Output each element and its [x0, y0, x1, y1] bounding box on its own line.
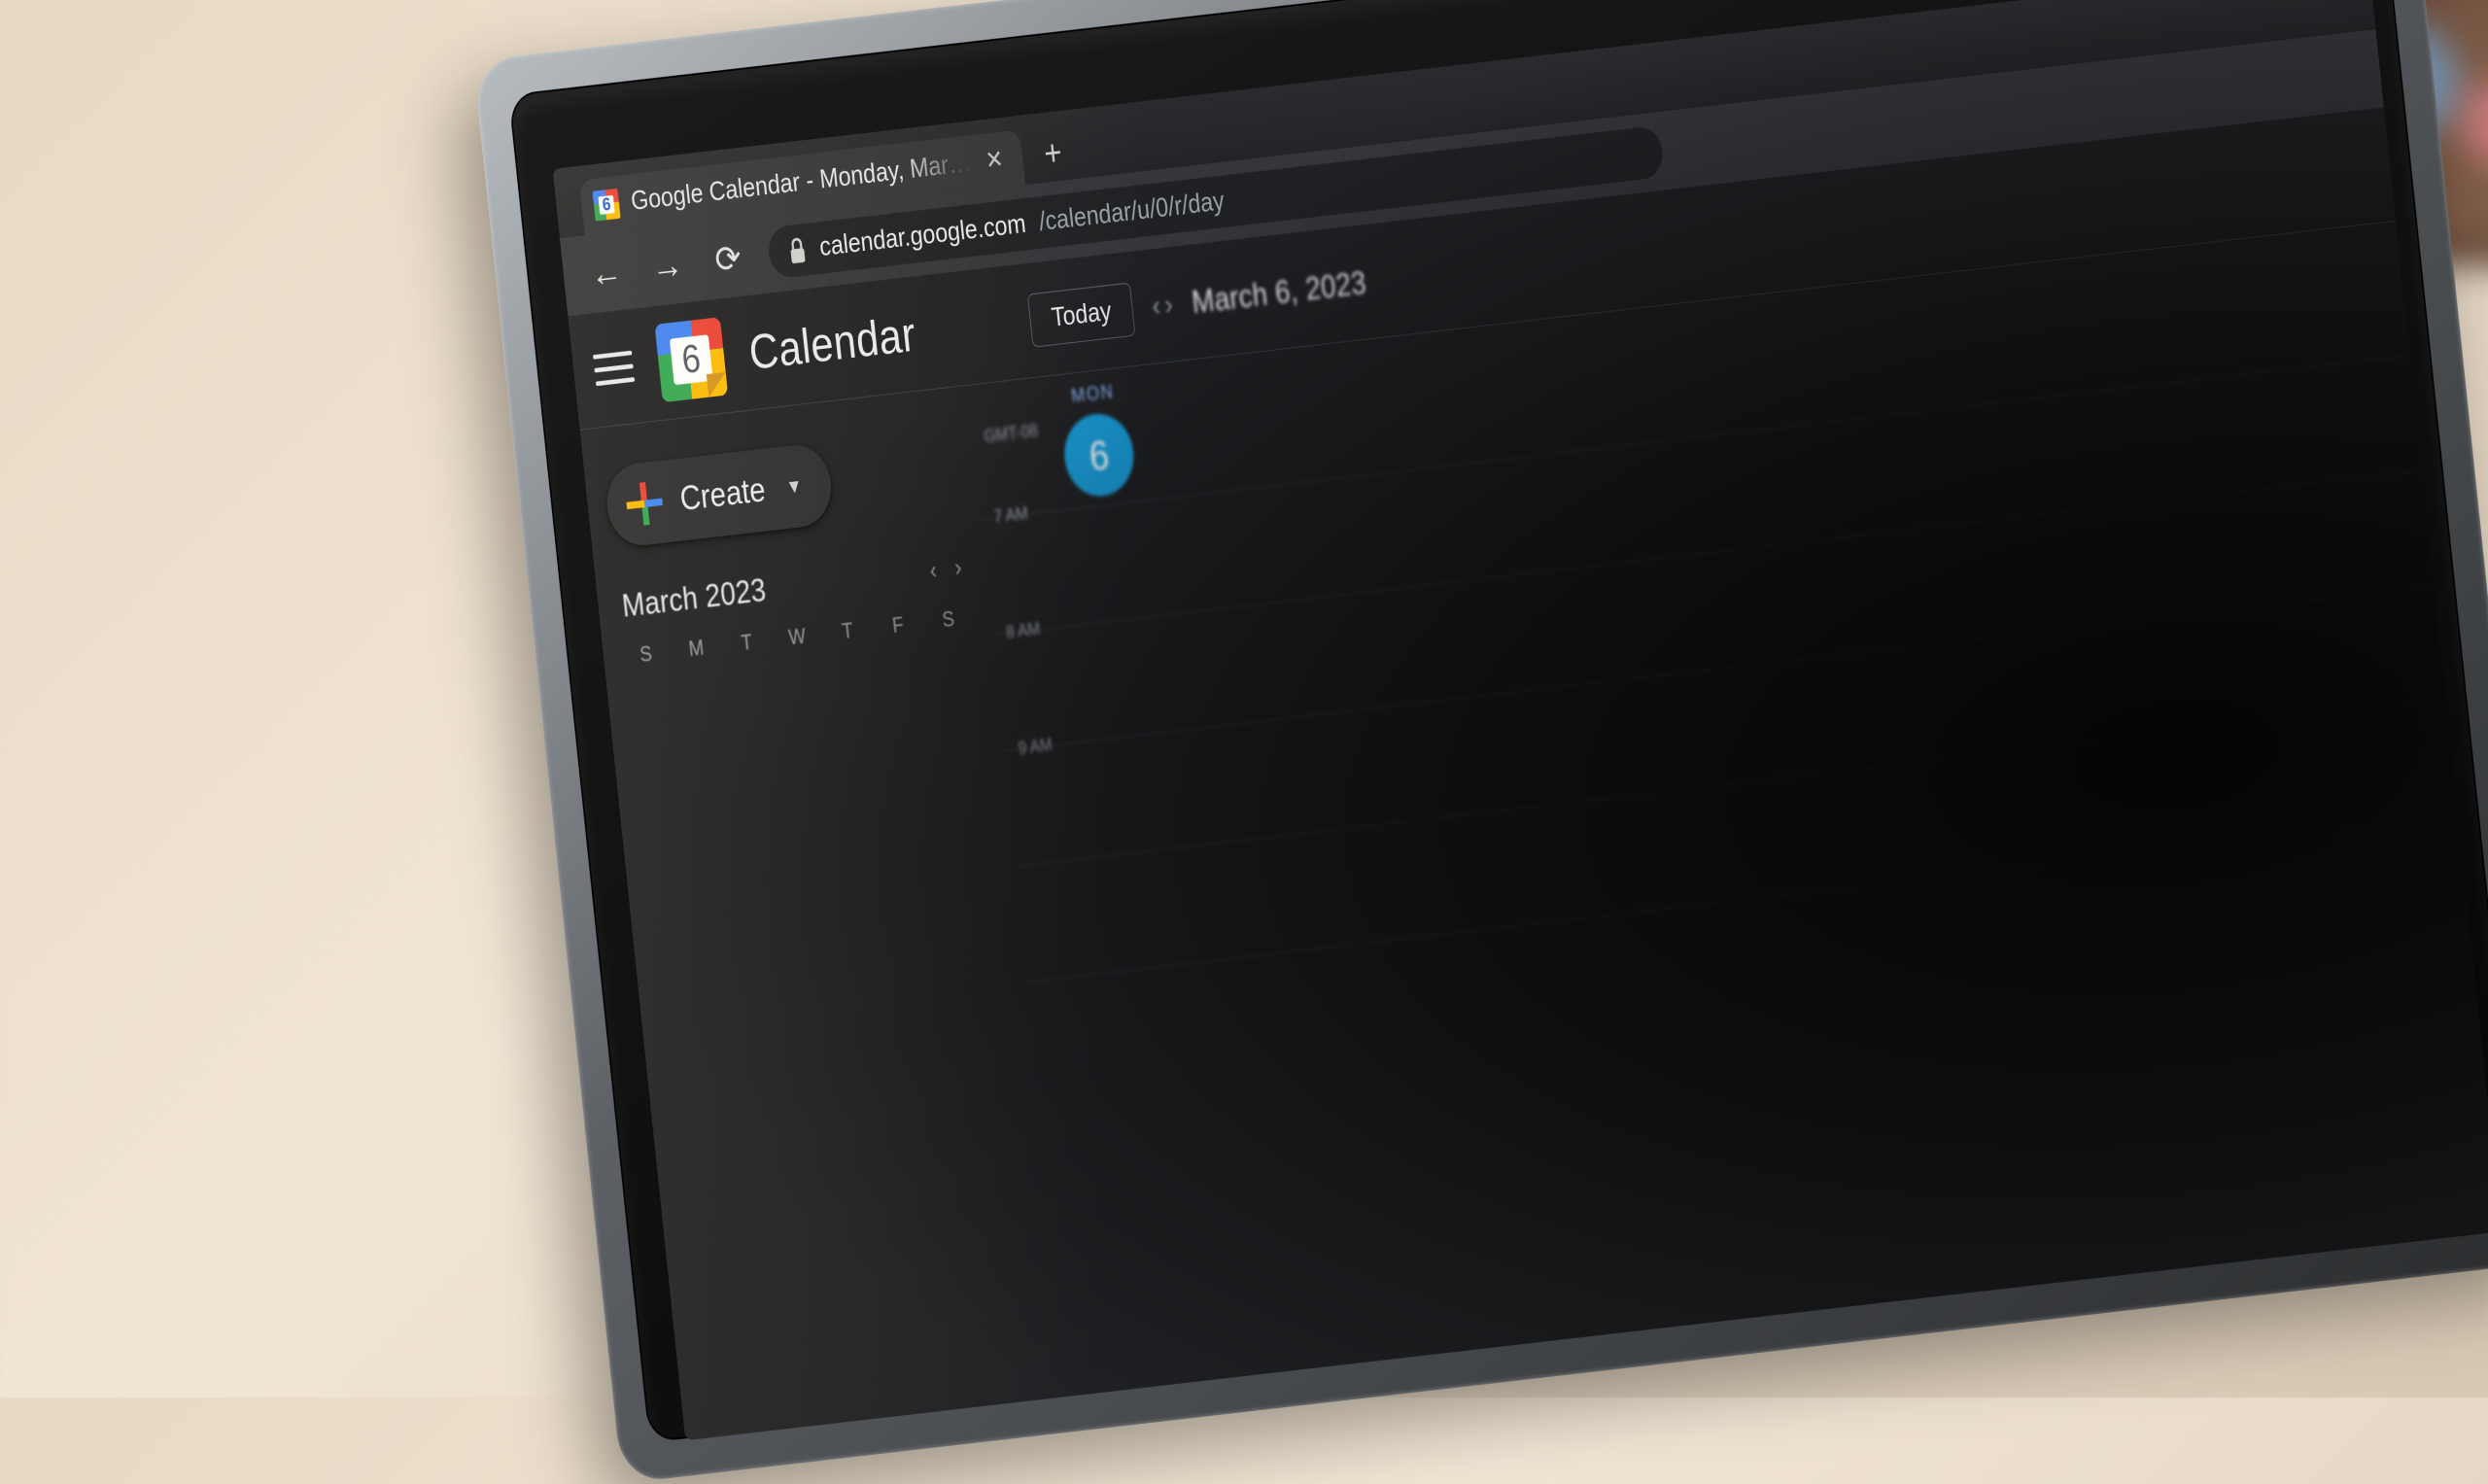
prev-period-button[interactable]: ‹ — [1151, 289, 1162, 323]
main-menu-icon[interactable] — [593, 351, 635, 387]
day-of-week-label: MON — [1070, 380, 1115, 408]
timezone-label: GMT-08 — [984, 421, 1040, 447]
dow-cell: W — [773, 622, 821, 652]
hour-label: 8 AM — [1005, 619, 1041, 643]
monitor: 6 Google Calendar - Monday, Mar… ✕ + ← →… — [473, 0, 2488, 1484]
plus-icon — [625, 480, 665, 527]
calendar-logo-icon: 6 — [654, 317, 728, 402]
hour-label: 7 AM — [993, 503, 1029, 528]
hour-rows: 7 AM 8 AM 9 AM — [981, 355, 2488, 1396]
create-button[interactable]: Create ▼ — [604, 441, 835, 549]
hour-label: 9 AM — [1018, 735, 1054, 759]
mini-prev-month-button[interactable]: ‹ — [928, 556, 938, 585]
close-tab-icon[interactable]: ✕ — [981, 143, 1008, 178]
create-label: Create — [678, 470, 767, 518]
dow-cell: F — [874, 610, 922, 640]
omnibox-host: calendar.google.com — [818, 209, 1027, 262]
background-painting — [2263, 0, 2488, 264]
app-body: Create ▼ March 2023 ‹ › — [579, 222, 2488, 1440]
today-button[interactable]: Today — [1027, 282, 1135, 347]
mini-calendar[interactable]: March 2023 ‹ › S M T W — [616, 548, 973, 670]
dow-cell: T — [722, 628, 771, 658]
new-tab-button[interactable]: + — [1030, 125, 1076, 182]
app-title: Calendar — [746, 306, 918, 380]
day-grid[interactable]: GMT-08 MON 6 7 AM 8 AM — [967, 222, 2488, 1396]
dow-cell: M — [673, 634, 721, 664]
chevron-down-icon: ▼ — [785, 474, 804, 500]
dow-cell: T — [823, 616, 872, 646]
lock-icon — [787, 237, 808, 264]
mini-next-month-button[interactable]: › — [953, 553, 963, 582]
omnibox-path: /calendar/u/0/r/day — [1038, 187, 1227, 238]
header-right: Today ‹ › March 6, 2023 — [1027, 255, 1369, 347]
current-date-display: March 6, 2023 — [1190, 263, 1367, 321]
calendar-logo-number: 6 — [654, 317, 728, 402]
day-column-header[interactable]: MON 6 — [1057, 378, 1138, 500]
dow-cell: S — [924, 604, 973, 635]
day-number-bubble[interactable]: 6 — [1060, 410, 1137, 500]
mini-calendar-month: March 2023 — [620, 571, 768, 625]
